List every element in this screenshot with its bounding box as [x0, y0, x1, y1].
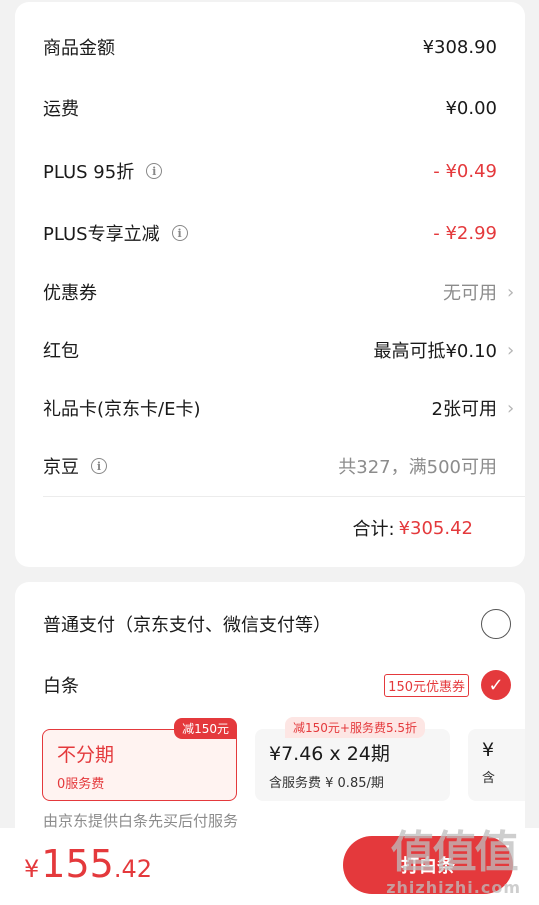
jd-beans-label: 京豆 [43, 457, 79, 478]
goods-amount-label: 商品金额 [43, 38, 115, 59]
jd-beans-value: 共327，满500可用 [338, 457, 497, 478]
watermark-site: zhizhizhi.com [386, 878, 521, 897]
watermark: 值值值 zhizhizhi.com [386, 827, 521, 898]
baitiao-payment-option[interactable]: 白条 150元优惠券 ✓ [43, 665, 511, 705]
info-icon[interactable]: i [146, 163, 163, 179]
summary-row-plus-discount: PLUS 95折 i - ¥0.49 [43, 151, 497, 191]
normal-payment-label: 普通支付（京东支付、微信支付等） [43, 615, 331, 636]
gift-card-label: 礼品卡(京东卡/E卡) [43, 399, 201, 420]
total-label: 合计: [352, 519, 395, 540]
baitiao-label: 白条 [43, 676, 79, 697]
red-packet-value: 最高可抵¥0.10 [373, 341, 497, 362]
shipping-value: ¥0.00 [445, 97, 497, 119]
plus-reduction-label: PLUS专享立减 [43, 224, 160, 245]
summary-row-goods-amount: 商品金额 ¥308.90 [43, 27, 497, 67]
plan-badge: 减150元+服务费5.5折 [285, 717, 426, 738]
plan-sub: 0服务费 [57, 777, 105, 792]
divider [43, 496, 525, 497]
coupon-label: 优惠券 [43, 283, 97, 304]
price-summary-card: 商品金额 ¥308.90 运费 ¥0.00 PLUS 95折 i - ¥0.49… [15, 2, 525, 567]
plan-more[interactable]: ¥ 含 [468, 729, 525, 801]
final-price: ¥ 155 .42 [24, 842, 152, 886]
summary-row-jd-beans: 京豆 i 共327，满500可用 [43, 446, 497, 486]
coupon-tag[interactable]: 150元优惠券 [384, 673, 469, 697]
plan-sub: 含服务费 ¥ 0.85/期 [269, 776, 384, 791]
total-row: 合计: ¥305.42 [352, 510, 473, 546]
info-icon[interactable]: i [171, 225, 188, 241]
goods-amount-value: ¥308.90 [422, 36, 497, 58]
plan-badge: 减150元 [174, 718, 237, 739]
plan-title: 不分期 [57, 744, 115, 766]
watermark-text: 值值值 [390, 827, 519, 878]
summary-row-plus-reduction: PLUS专享立减 i - ¥2.99 [43, 213, 497, 253]
normal-payment-option[interactable]: 普通支付（京东支付、微信支付等） [43, 604, 511, 644]
chevron-right-icon: › [507, 339, 515, 361]
chevron-right-icon: › [507, 397, 515, 419]
price-integer: 155 [41, 842, 114, 886]
total-value: ¥305.42 [398, 517, 473, 539]
plan-24-installments[interactable]: 减150元+服务费5.5折 ¥7.46 x 24期 含服务费 ¥ 0.85/期 [255, 717, 450, 801]
payment-method-card: 普通支付（京东支付、微信支付等） 白条 150元优惠券 ✓ 减150元 不分期 … [15, 582, 525, 842]
price-decimal: .42 [113, 855, 152, 883]
plan-title: ¥7.46 x 24期 [269, 743, 390, 765]
plan-no-installment[interactable]: 减150元 不分期 0服务费 [42, 718, 237, 801]
shipping-label: 运费 [43, 99, 79, 120]
plan-sub: 含 [482, 771, 496, 786]
red-packet-label: 红包 [43, 341, 79, 362]
plan-title: ¥ [482, 739, 495, 761]
bottom-bar: ¥ 155 .42 打白条 值值值 zhizhizhi.com [0, 828, 539, 905]
plus-discount-label: PLUS 95折 [43, 162, 135, 183]
plus-reduction-value: - ¥2.99 [433, 222, 497, 244]
coupon-value: 无可用 [443, 283, 497, 304]
check-icon[interactable]: ✓ [481, 670, 511, 700]
radio-button[interactable] [481, 609, 511, 639]
gift-card-value: 2张可用 [431, 399, 497, 420]
plus-discount-value: - ¥0.49 [433, 160, 497, 182]
summary-row-shipping: 运费 ¥0.00 [43, 88, 497, 128]
info-icon[interactable]: i [91, 458, 107, 474]
price-currency: ¥ [24, 855, 40, 883]
chevron-right-icon: › [507, 281, 515, 303]
summary-row-gift-card[interactable]: 礼品卡(京东卡/E卡) 2张可用 › [43, 388, 514, 428]
summary-row-coupon[interactable]: 优惠券 无可用 › [43, 272, 514, 312]
summary-row-red-packet[interactable]: 红包 最高可抵¥0.10 › [43, 330, 514, 370]
